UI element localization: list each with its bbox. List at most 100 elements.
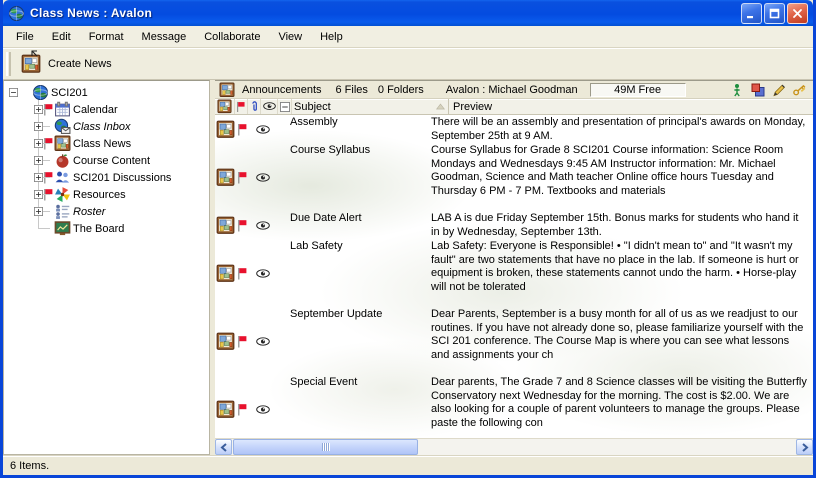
status-bar: 6 Items. <box>3 455 813 475</box>
message-row-icons <box>215 143 290 211</box>
flag-icon <box>237 219 248 232</box>
title-bar[interactable]: Class News : Avalon <box>3 0 813 26</box>
tree-item-calendar[interactable]: Calendar <box>4 101 209 118</box>
flag-icon <box>237 123 248 136</box>
message-row-due-date-alert[interactable]: Due Date AlertLAB A is due Friday Septem… <box>215 211 813 239</box>
expand-toggle-icon[interactable] <box>34 173 43 182</box>
menu-item-message[interactable]: Message <box>133 28 196 46</box>
tree-item-label: Class News <box>71 138 131 150</box>
sort-ascending-icon[interactable] <box>433 99 449 114</box>
expand-toggle-icon[interactable] <box>34 139 43 148</box>
message-row-icons <box>215 211 290 239</box>
tree-item-resources[interactable]: Resources <box>4 186 209 203</box>
message-list: AssemblyThere will be an assembly and pr… <box>215 115 813 438</box>
expand-toggle-icon[interactable] <box>34 122 43 131</box>
tree-item-roster[interactable]: Roster <box>4 203 209 220</box>
discussion-icon <box>54 169 71 186</box>
menu-item-view[interactable]: View <box>269 28 311 46</box>
files-count: 6 Files <box>336 84 368 96</box>
board-icon <box>54 220 71 237</box>
scrollbar-thumb[interactable] <box>233 439 418 455</box>
message-type-column-icon[interactable] <box>215 99 235 114</box>
create-news-button[interactable]: Create News <box>16 50 121 78</box>
app-window: Class News : Avalon FileEditFormatMessag… <box>0 0 816 478</box>
main-area: SCI201Calendar Class Inbox Class News Cours… <box>3 80 813 455</box>
scrollbar-track[interactable] <box>232 439 796 455</box>
maximize-button[interactable] <box>764 3 785 24</box>
free-space-indicator: 49M Free <box>590 83 686 97</box>
tree-item-label: The Board <box>71 223 124 235</box>
create-news-icon <box>21 54 41 74</box>
menu-bar: FileEditFormatMessageCollaborateViewHelp <box>3 26 813 48</box>
scroll-right-button[interactable] <box>796 439 813 455</box>
flag-column-icon[interactable] <box>235 99 248 114</box>
eye-icon <box>256 337 270 346</box>
minimize-button[interactable] <box>741 3 762 24</box>
tree-item-label: Class Inbox <box>71 121 130 133</box>
message-row-special-event[interactable]: Special EventDear parents, The Grade 7 a… <box>215 375 813 438</box>
message-row-assembly[interactable]: AssemblyThere will be an assembly and pr… <box>215 115 813 143</box>
toolbar-grip[interactable] <box>6 52 11 76</box>
globe-window-icon <box>8 5 25 22</box>
message-row-icons <box>215 307 290 375</box>
column-header: Subject Preview <box>215 99 813 115</box>
collapse-toggle-icon[interactable] <box>9 88 18 97</box>
tree-indent <box>34 224 43 233</box>
menu-item-format[interactable]: Format <box>80 28 133 46</box>
tree-item-sci201[interactable]: SCI201 <box>4 84 209 101</box>
eye-icon <box>256 125 270 134</box>
apple-icon <box>54 152 71 169</box>
collapse-all-icon[interactable] <box>278 99 292 114</box>
tree-item-class-inbox[interactable]: Class Inbox <box>4 118 209 135</box>
message-panel: Announcements 6 Files 0 Folders Avalon :… <box>215 80 813 455</box>
tree-item-label: Roster <box>71 206 105 218</box>
expand-toggle-icon[interactable] <box>34 207 43 216</box>
panel-title: Announcements <box>242 84 322 96</box>
subject-column-header[interactable]: Subject <box>292 99 433 114</box>
key-icon <box>793 83 807 97</box>
message-subject: Due Date Alert <box>290 211 431 239</box>
read-status-column-icon[interactable] <box>261 99 278 114</box>
message-row-lab-safety[interactable]: Lab SafetyLab Safety: Everyone is Respon… <box>215 239 813 307</box>
tree-item-label: SCI201 Discussions <box>71 172 171 184</box>
message-row-course-syllabus[interactable]: Course SyllabusCourse Syllabus for Grade… <box>215 143 813 211</box>
message-row-icons <box>215 115 290 143</box>
news-icon <box>216 332 235 351</box>
announcements-icon <box>219 82 236 98</box>
tree-item-the-board[interactable]: The Board <box>4 220 209 237</box>
window-controls <box>741 3 808 24</box>
message-subject: Assembly <box>290 115 431 143</box>
preview-column-header[interactable]: Preview <box>449 99 813 114</box>
menu-item-help[interactable]: Help <box>311 28 352 46</box>
menu-item-file[interactable]: File <box>7 28 43 46</box>
expand-toggle-icon[interactable] <box>34 190 43 199</box>
message-preview: Course Syllabus for Grade 8 SCI201 Cours… <box>431 143 813 211</box>
news-icon <box>216 400 235 419</box>
message-row-september-update[interactable]: September UpdateDear Parents, September … <box>215 307 813 375</box>
menu-item-collaborate[interactable]: Collaborate <box>195 28 269 46</box>
tree-item-course-content[interactable]: Course Content <box>4 152 209 169</box>
folders-count: 0 Folders <box>378 84 424 96</box>
message-row-icons <box>215 375 290 438</box>
news-icon <box>216 216 235 235</box>
attachment-column-icon[interactable] <box>248 99 261 114</box>
person-icon <box>730 83 744 97</box>
eye-icon <box>256 221 270 230</box>
tree-item-sci201-discussions[interactable]: SCI201 Discussions <box>4 169 209 186</box>
scroll-left-button[interactable] <box>215 439 232 455</box>
message-row-icons <box>215 239 290 307</box>
flag-icon <box>237 403 248 416</box>
close-button[interactable] <box>787 3 808 24</box>
eye-icon <box>256 173 270 182</box>
tree-item-class-news[interactable]: Class News <box>4 135 209 152</box>
pencil-icon <box>772 83 786 97</box>
menu-item-edit[interactable]: Edit <box>43 28 80 46</box>
expand-toggle-icon[interactable] <box>34 156 43 165</box>
panel-header: Announcements 6 Files 0 Folders Avalon :… <box>215 81 813 99</box>
flag-icon <box>237 335 248 348</box>
folder-tree: SCI201Calendar Class Inbox Class News Cours… <box>3 80 210 455</box>
status-text: 6 Items. <box>10 460 49 472</box>
message-subject: September Update <box>290 307 431 375</box>
expand-toggle-icon[interactable] <box>34 105 43 114</box>
window-title: Class News : Avalon <box>30 6 741 20</box>
